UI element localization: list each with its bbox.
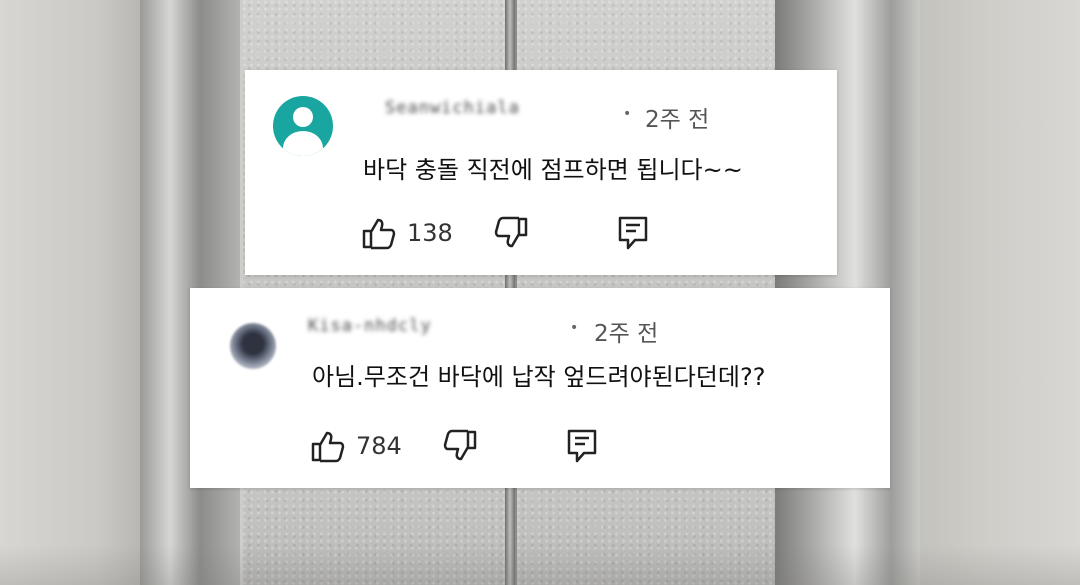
reply-icon[interactable] [566, 428, 598, 464]
thumbs-down-icon[interactable] [493, 216, 529, 250]
comment-actions: 784 [310, 428, 598, 464]
comment-username[interactable]: Seanwichiala [385, 98, 520, 118]
separator-dot: • [623, 106, 632, 122]
avatar-body-shape [283, 131, 323, 156]
comment-username[interactable]: Kisa-nhdcly [308, 316, 432, 336]
comment-card: Kisa-nhdcly • 2주 전 아님.무조건 바닥에 납작 엎드려야된다던… [190, 288, 890, 488]
wall-right [920, 0, 1080, 585]
thumbs-down-icon[interactable] [442, 429, 478, 463]
comment-timestamp[interactable]: 2주 전 [594, 314, 658, 348]
like-count: 784 [356, 432, 402, 460]
profile-photo-avatar[interactable] [230, 323, 276, 369]
comment-actions: 138 [361, 215, 649, 251]
separator-dot: • [570, 320, 579, 336]
default-avatar-icon[interactable] [273, 96, 333, 156]
floor-shadow [0, 545, 1080, 585]
thumbs-up-icon[interactable] [361, 216, 397, 250]
thumbs-up-icon[interactable] [310, 429, 346, 463]
like-count: 138 [407, 219, 453, 247]
comment-text: 아님.무조건 바닥에 납작 엎드려야된다던데?? [312, 363, 766, 391]
wall-left [0, 0, 140, 585]
comment-card: Seanwichiala • 2주 전 바닥 충돌 직전에 점프하면 됩니다~~… [245, 70, 837, 275]
avatar-head-shape [293, 107, 313, 127]
comment-text: 바닥 충돌 직전에 점프하면 됩니다~~ [363, 156, 743, 184]
reply-icon[interactable] [617, 215, 649, 251]
comment-timestamp[interactable]: 2주 전 [645, 100, 709, 134]
